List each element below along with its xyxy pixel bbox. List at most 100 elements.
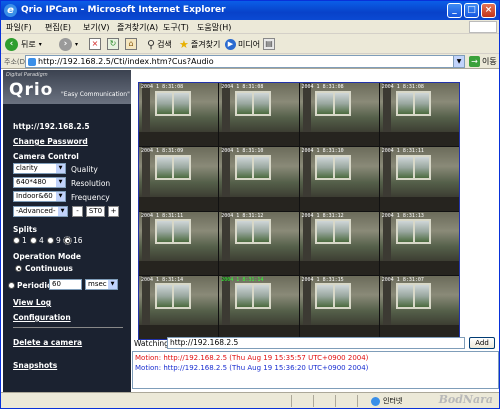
split-4-label: 4	[39, 236, 44, 245]
split-16-radio[interactable]	[63, 236, 72, 245]
camera-cell[interactable]: 2004 1 8:31:08	[219, 83, 299, 147]
frame-timestamp: 2004 1 8:31:10	[221, 148, 264, 155]
camera-cell[interactable]: 2004 1 8:31:08	[139, 83, 219, 147]
status-zone: 인터넷	[371, 396, 402, 406]
plus-button[interactable]: +	[108, 206, 119, 217]
go-label: 이동	[482, 57, 497, 66]
search-button[interactable]: ⚲ 검색	[147, 36, 172, 52]
frame-window	[154, 90, 191, 116]
page-icon	[28, 58, 36, 66]
frame-timestamp: 2004 1 8:31:11	[141, 212, 184, 219]
camera-cell[interactable]: 2004 1 8:31:10	[219, 147, 299, 211]
watching-input[interactable]: http://192.168.2.5	[167, 337, 465, 349]
camera-host: http://192.168.2.5	[13, 122, 90, 131]
splits-heading: Splits	[13, 225, 37, 234]
frame-floor	[139, 196, 219, 211]
camera-cell[interactable]: 2004 1 8:31:12	[299, 211, 379, 275]
address-input[interactable]: http://192.168.2.5/Cti/index.htm?Cus?Aud…	[25, 55, 465, 68]
forward-arrow-icon: ›	[59, 37, 72, 51]
camera-cell[interactable]: 2004 1 8:31:11	[379, 147, 459, 211]
camera-cell[interactable]: 2004 1 8:31:07	[379, 275, 459, 339]
change-password-link[interactable]: Change Password	[13, 137, 88, 146]
camera-cell[interactable]: 2004 1 8:31:14	[139, 275, 219, 339]
chevron-down-icon: ▼	[56, 164, 65, 173]
camera-cell[interactable]: 2004 1 8:31:09	[139, 147, 219, 211]
ie-logo-icon: e	[4, 4, 17, 17]
view-log-link[interactable]: View Log	[13, 298, 51, 307]
quality-select[interactable]: clarity ▼	[13, 163, 66, 174]
periodic-input[interactable]: 60	[49, 279, 82, 290]
minus-button[interactable]: -	[72, 206, 83, 217]
frame-floor	[379, 260, 459, 275]
zone-label: 인터넷	[383, 397, 403, 405]
snapshots-link[interactable]: Snapshots	[13, 361, 57, 370]
continuous-radio[interactable]	[15, 265, 22, 272]
toolbar: ‹ 뒤로 ▾ › ▾ × ↻ ⌂ ⚲ 검색 ★ 즐겨찾기 ▶ 미디어 ▤	[1, 34, 499, 54]
split-1-radio[interactable]	[13, 237, 20, 244]
add-button[interactable]: Add	[469, 337, 495, 349]
split-4-radio[interactable]	[30, 237, 37, 244]
menu-file[interactable]: 파일(F)	[6, 22, 32, 33]
refresh-button[interactable]: ↻	[107, 36, 119, 52]
frame-timestamp: 2004 1 8:31:08	[381, 84, 424, 90]
frame-window	[235, 90, 271, 116]
delete-camera-link[interactable]: Delete a camera	[13, 338, 82, 347]
menu-tools[interactable]: 도구(T)	[163, 22, 189, 33]
frequency-select[interactable]: Indoor&60 ▼	[13, 191, 66, 202]
stop-button[interactable]: ×	[89, 36, 101, 52]
media-button[interactable]: ▶ 미디어	[225, 36, 260, 52]
frame-timestamp: 2004 1 8:31:14	[221, 276, 264, 283]
printer-icon: ▤	[263, 38, 275, 50]
chevron-down-icon[interactable]: ▼	[453, 56, 464, 67]
resolution-select[interactable]: 640*480 ▼	[13, 177, 66, 188]
frame-window	[154, 219, 191, 245]
refresh-icon: ↻	[107, 38, 119, 50]
menu-edit[interactable]: 편집(E)	[45, 22, 71, 33]
video-view[interactable]: 2004 1 8:31:08 2004 1 8:31:08 2004 1 8:31:…	[138, 82, 460, 340]
menu-help[interactable]: 도움말(H)	[197, 22, 231, 33]
go-button[interactable]: → 이동	[469, 56, 497, 67]
log-entry: Motion: http://192.168.2.5 (Thu Aug 19 1…	[135, 354, 369, 362]
camera-cell[interactable]: 2004 1 8:31:08	[299, 83, 379, 147]
camera-cell[interactable]: 2004 1 8:31:10	[299, 147, 379, 211]
camera-cell[interactable]: 2004 1 8:31:15	[299, 275, 379, 339]
forward-button[interactable]: › ▾	[59, 36, 78, 52]
watermark: BodNara	[438, 393, 493, 406]
home-button[interactable]: ⌂	[125, 36, 137, 52]
frame-timestamp: 2004 1 8:31:09	[141, 148, 184, 155]
close-button[interactable]: ×	[481, 3, 496, 18]
back-button[interactable]: ‹ 뒤로 ▾	[5, 36, 42, 52]
frame-floor	[299, 196, 379, 211]
st-field[interactable]: ST0	[86, 206, 105, 217]
periodic-radio[interactable]	[8, 282, 15, 289]
back-arrow-icon: ‹	[5, 37, 18, 51]
frame-timestamp: 2004 1 8:31:14	[141, 276, 184, 283]
camera-cell[interactable]: 2004 1 8:31:08	[379, 83, 459, 147]
menu-view[interactable]: 보기(V)	[83, 22, 109, 33]
menu-favorites[interactable]: 즐겨찾기(A)	[117, 22, 158, 33]
split-9-label: 9	[56, 236, 61, 245]
camera-cell[interactable]: 2004 1 8:31:14	[219, 275, 299, 339]
favorites-button[interactable]: ★ 즐겨찾기	[179, 36, 220, 52]
page-content: Digital Paradigm Qrio "Easy Communicatio…	[1, 69, 499, 392]
camera-cell[interactable]: 2004 1 8:31:12	[219, 211, 299, 275]
camera-cell[interactable]: 2004 1 8:31:11	[139, 211, 219, 275]
split-9-radio[interactable]	[47, 237, 54, 244]
frame-window	[315, 90, 351, 116]
stop-icon: ×	[89, 38, 101, 50]
print-button[interactable]: ▤	[263, 36, 275, 52]
frequency-label: Frequency	[71, 193, 110, 202]
configuration-link[interactable]: Configuration	[13, 313, 71, 322]
chevron-down-icon: ▼	[58, 207, 67, 216]
home-icon: ⌂	[125, 38, 137, 50]
advanced-select[interactable]: -Advanced- ▼	[13, 206, 68, 217]
maximize-button[interactable]: □	[464, 3, 479, 18]
frame-floor	[379, 132, 459, 147]
frame-timestamp: 2004 1 8:31:08	[141, 84, 184, 90]
media-icon: ▶	[225, 38, 236, 50]
minimize-button[interactable]: _	[447, 3, 462, 18]
periodic-unit-select[interactable]: msec ▼	[85, 279, 118, 290]
split-1-label: 1	[22, 236, 27, 245]
frame-window	[315, 154, 351, 181]
camera-cell[interactable]: 2004 1 8:31:13	[379, 211, 459, 275]
